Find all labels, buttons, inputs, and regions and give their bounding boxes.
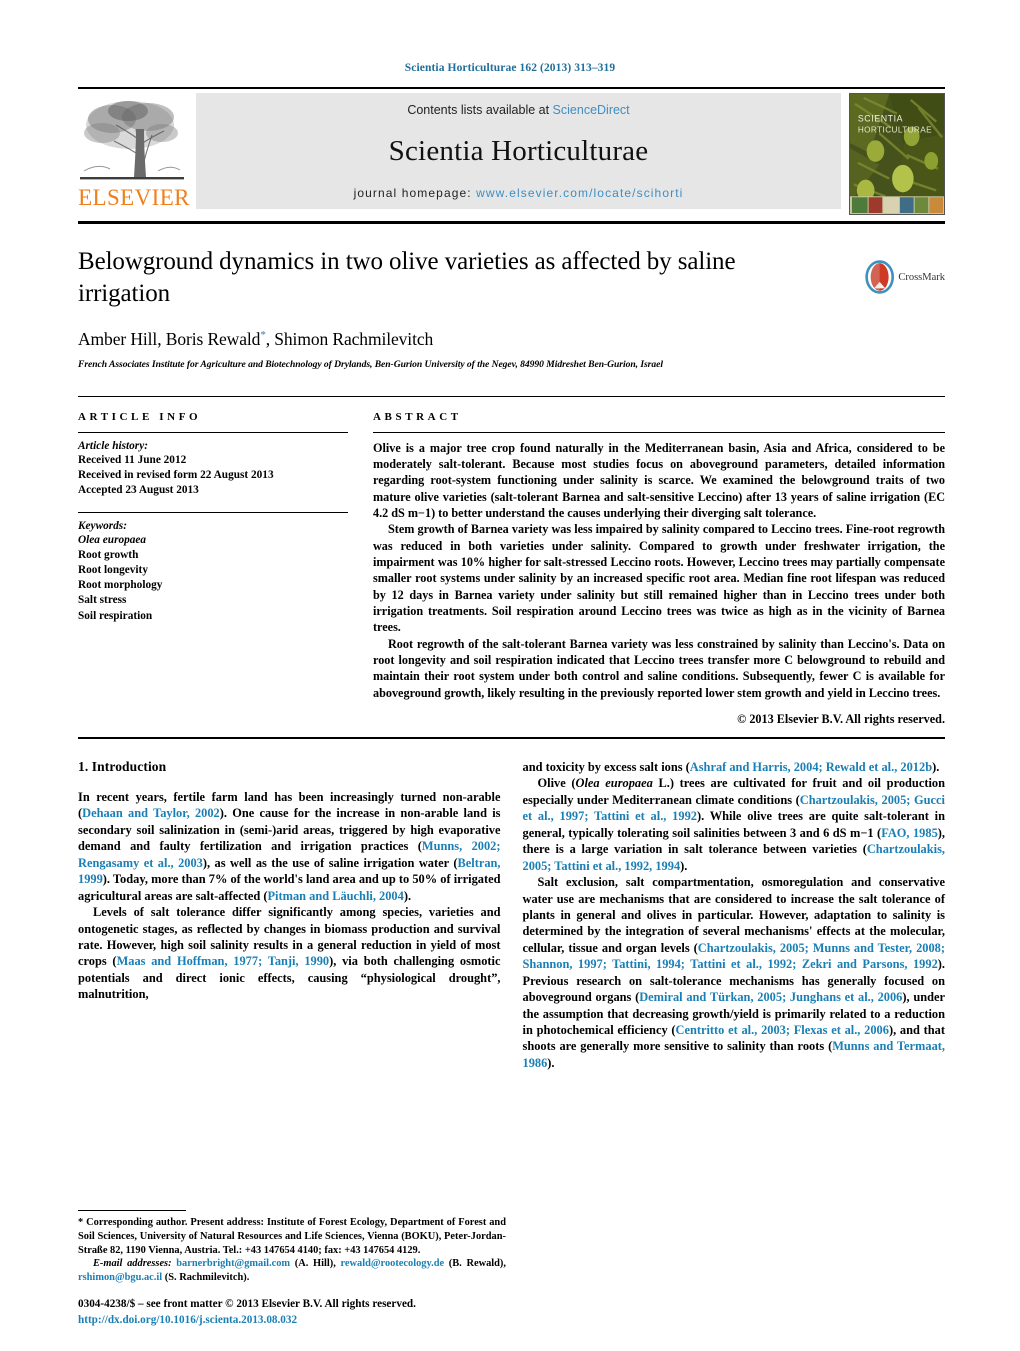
article-info-heading: ARTICLE INFO: [78, 410, 202, 423]
abstract-column: ABSTRACT Olive is a major tree crop foun…: [362, 411, 945, 728]
crossmark-badge[interactable]: CrossMark: [865, 254, 945, 300]
citation-link[interactable]: FAO, 1985: [881, 826, 938, 840]
article-info-column: ARTICLE INFO Article history: Received 1…: [78, 411, 362, 728]
intro-paragraph: In recent years, fertile farm land has b…: [78, 789, 501, 904]
elsevier-logo: ELSEVIER: [78, 93, 190, 209]
keyword-item: Root longevity: [78, 564, 148, 577]
journal-homepage-line: journal homepage: www.elsevier.com/locat…: [354, 186, 684, 200]
info-abstract-section: ARTICLE INFO Article history: Received 1…: [78, 395, 945, 728]
keyword-item: Root growth: [78, 549, 139, 561]
body-text: Olea europaea: [575, 776, 653, 791]
intro-paragraph: Salt exclusion, salt compartmentation, o…: [523, 874, 946, 1071]
journal-masthead: ELSEVIER Contents lists available at Sci…: [78, 87, 945, 215]
elsevier-wordmark: ELSEVIER: [78, 185, 190, 210]
email-link[interactable]: rewald@rootecology.de: [340, 1258, 444, 1269]
cover-title-line1: SCIENTIA: [858, 114, 903, 124]
email-addresses-note: E-mail addresses: barnerbright@gmail.com…: [78, 1257, 506, 1285]
affiliation: French Associates Institute for Agricult…: [78, 358, 663, 370]
keywords-list: Keywords: Olea europaea Root growth Root…: [78, 520, 348, 624]
body-text: ).: [403, 888, 412, 903]
keyword-item: Salt stress: [78, 594, 127, 607]
abstract-paragraph: Root regrowth of the salt-tolerant Barne…: [373, 636, 945, 700]
email-link[interactable]: rshimon@bgu.ac.il: [78, 1272, 162, 1283]
article-history-item: Received in revised form 22 August 2013: [78, 468, 274, 481]
journal-cover-thumbnail: SCIENTIA HORTICULTURAE: [849, 93, 945, 215]
citation-link[interactable]: Pitman and Läuchli, 2004: [267, 889, 403, 903]
keywords-rule: [78, 511, 348, 513]
keywords-label: Keywords:: [78, 519, 127, 532]
article-history-item: Received 11 June 2012: [78, 453, 187, 466]
email-owner: (B. Rewald),: [444, 1258, 506, 1270]
authors-tail: , Shimon Rachmilevitch: [265, 328, 434, 349]
section-heading-introduction: 1. Introduction: [78, 759, 167, 774]
abstract-rule-top: [373, 431, 945, 433]
article-history-label: Article history:: [78, 439, 148, 452]
email-link[interactable]: barnerbright@gmail.com: [176, 1258, 290, 1269]
paper-page: Scientia Horticulturae 162 (2013) 313–31…: [0, 0, 1020, 1351]
corresponding-author-note: * Corresponding author. Present address:…: [78, 1216, 506, 1256]
citation-link[interactable]: Demiral and Türkan, 2005; Junghans et al…: [639, 990, 902, 1004]
footnote-rule: [78, 1209, 186, 1211]
journal-homepage-link[interactable]: www.elsevier.com/locate/scihorti: [476, 186, 683, 200]
cover-title-line2: HORTICULTURAE: [858, 125, 932, 134]
body-columns: 1. Introduction In recent years, fertile…: [78, 759, 945, 1071]
body-text: ).: [680, 858, 688, 873]
contents-available-line: Contents lists available at ScienceDirec…: [407, 103, 629, 117]
body-text: ).: [932, 760, 940, 774]
page-title: Belowground dynamics in two olive variet…: [78, 248, 736, 307]
elsevier-tree-icon: [78, 95, 186, 188]
abstract-bottom-rule: [78, 737, 945, 739]
contents-prefix: Contents lists available at: [407, 103, 553, 117]
body-text: and toxicity by excess salt ions (: [522, 760, 690, 774]
email-owner: (S. Rachmilevitch).: [162, 1272, 250, 1284]
citation-link[interactable]: Dehaan and Taylor, 2002: [82, 806, 220, 820]
body-text: ).: [547, 1055, 555, 1070]
journal-title: Scientia Horticulturae: [388, 135, 649, 167]
abstract-copyright: © 2013 Elsevier B.V. All rights reserved…: [737, 712, 945, 726]
keyword-item: Soil respiration: [78, 609, 153, 622]
author-list: Amber Hill, Boris Rewald*, Shimon Rachmi…: [78, 329, 945, 350]
cover-art-icon: SCIENTIA HORTICULTURAE: [850, 94, 944, 214]
crossmark-icon: [865, 260, 895, 294]
crossmark-label: CrossMark: [898, 271, 945, 283]
intro-paragraph: Levels of salt tolerance differ signific…: [78, 904, 501, 1003]
masthead-bottom-rule: [78, 221, 945, 224]
keyword-item: Olea europaea: [78, 533, 147, 546]
article-info-rule-top: [78, 431, 348, 433]
email-label: E-mail addresses:: [93, 1258, 172, 1270]
citation-link[interactable]: Maas and Hoffman, 1977; Tanji, 1990: [117, 954, 330, 968]
email-owner: (A. Hill),: [290, 1258, 341, 1270]
citation-link[interactable]: Centritto et al., 2003; Flexas et al., 2…: [676, 1023, 889, 1037]
citation-link[interactable]: Ashraf and Harris, 2004; Rewald et al., …: [690, 760, 932, 774]
abstract-heading: ABSTRACT: [373, 410, 462, 423]
doi-link[interactable]: http://dx.doi.org/10.1016/j.scienta.2013…: [78, 1313, 506, 1329]
keyword-item: Root morphology: [78, 579, 163, 592]
title-block: Belowground dynamics in two olive variet…: [78, 246, 945, 370]
abstract-paragraph: Stem growth of Barnea variety was less i…: [373, 522, 945, 635]
body-column-right: and toxicity by excess salt ions (Ashraf…: [523, 759, 946, 1071]
abstract-paragraph: Olive is a major tree crop found natural…: [373, 440, 945, 520]
body-column-left: 1. Introduction In recent years, fertile…: [78, 759, 501, 1071]
body-text: ), as well as the use of saline irrigati…: [202, 855, 458, 870]
homepage-prefix: journal homepage:: [353, 186, 477, 200]
intro-paragraph: Olive (Olea europaea L.) trees are culti…: [523, 775, 946, 874]
intro-paragraph: and toxicity by excess salt ions (Ashraf…: [523, 759, 946, 775]
body-text: Olive (: [537, 776, 576, 791]
imprint-block: 0304-4238/$ – see front matter © 2013 El…: [78, 1297, 506, 1329]
article-history-item: Accepted 23 August 2013: [78, 483, 199, 496]
issn-copyright-line: 0304-4238/$ – see front matter © 2013 El…: [78, 1298, 416, 1311]
sciencedirect-link[interactable]: ScienceDirect: [553, 103, 630, 117]
journal-banner: Contents lists available at ScienceDirec…: [196, 93, 841, 209]
footnote-block: * Corresponding author. Present address:…: [78, 1209, 506, 1285]
authors-head: Amber Hill, Boris Rewald: [78, 328, 261, 349]
running-head: Scientia Horticulturae 162 (2013) 313–31…: [404, 62, 616, 74]
